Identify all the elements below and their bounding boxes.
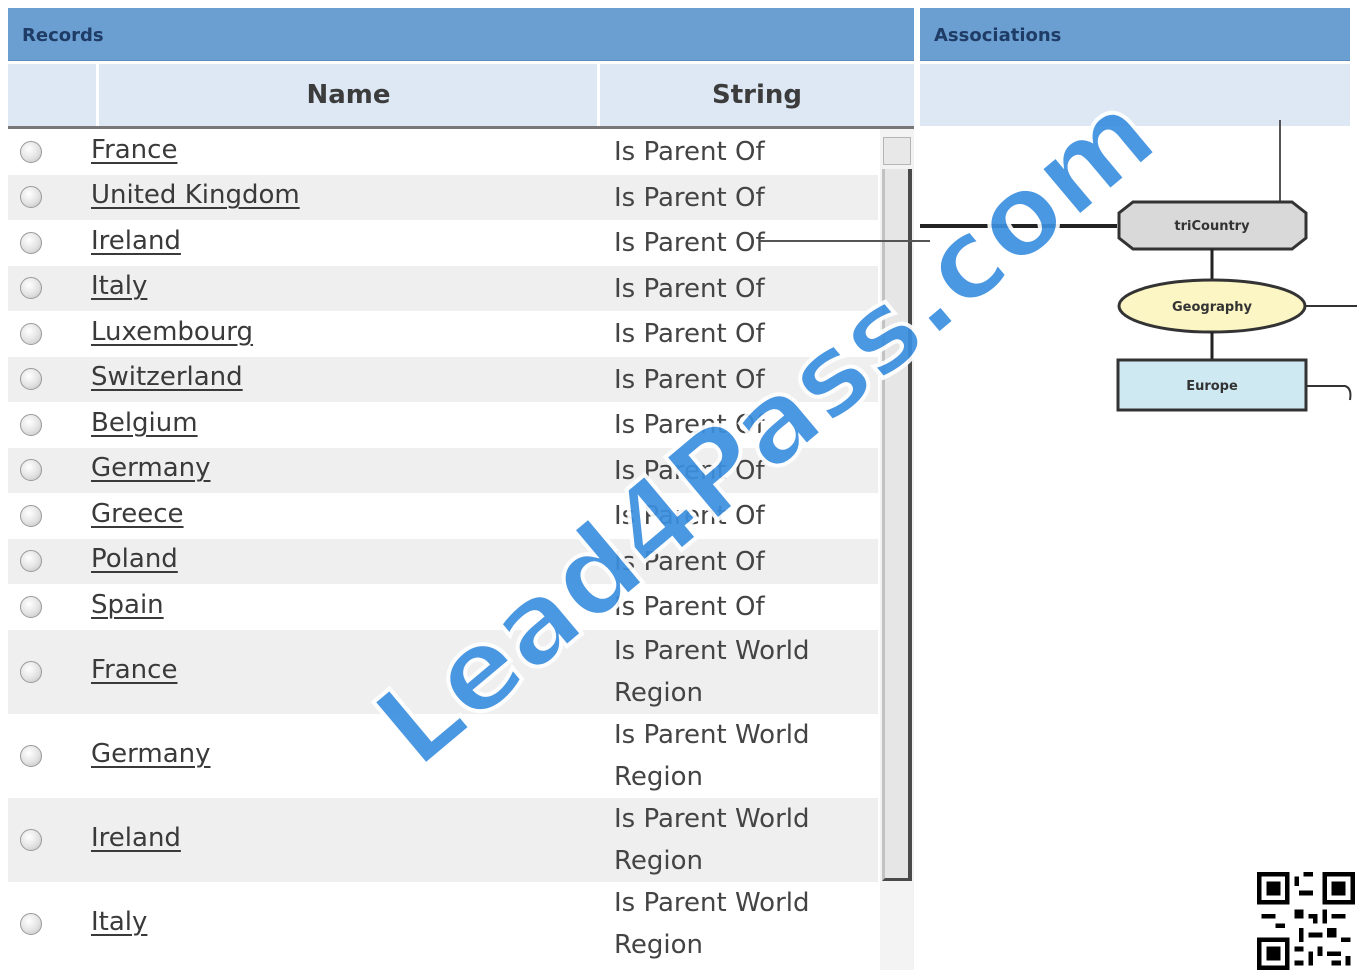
record-name-link[interactable]: Greece bbox=[91, 499, 184, 529]
record-name-link[interactable]: France bbox=[91, 135, 177, 165]
record-name-link[interactable]: Poland bbox=[91, 544, 178, 574]
record-string: Is Parent Of bbox=[614, 137, 765, 167]
row-select-radio[interactable] bbox=[20, 595, 42, 618]
record-name-link[interactable]: Ireland bbox=[91, 823, 181, 853]
row-select-radio[interactable] bbox=[20, 368, 42, 391]
table-row[interactable]: France Is Parent World Region bbox=[8, 629, 878, 714]
geography-label: Geography bbox=[1172, 300, 1252, 315]
record-name-link[interactable]: Belgium bbox=[91, 408, 198, 438]
scroll-up-button[interactable] bbox=[883, 137, 911, 165]
record-string: Is Parent World Region bbox=[614, 887, 810, 960]
table-row[interactable]: Germany Is Parent World Region bbox=[8, 714, 878, 798]
record-name-link[interactable]: France bbox=[91, 655, 177, 685]
row-select-radio[interactable] bbox=[20, 660, 42, 683]
record-name-link[interactable]: Spain bbox=[91, 590, 164, 620]
records-title: Records bbox=[22, 25, 104, 46]
records-column-header: Name String bbox=[8, 64, 914, 129]
associations-panel: Associations triCountry Geography Europe bbox=[920, 8, 1357, 970]
row-select-radio[interactable] bbox=[20, 322, 42, 345]
tricountry-label: triCountry bbox=[1174, 219, 1250, 234]
record-string: Is Parent Of bbox=[614, 455, 765, 486]
connector-line bbox=[1306, 385, 1352, 401]
table-row[interactable]: Germany Is Parent Of bbox=[8, 447, 878, 493]
row-select-radio[interactable] bbox=[20, 140, 42, 163]
record-string: Is Parent World Region bbox=[614, 635, 810, 708]
record-string: Is Parent World Region bbox=[614, 803, 810, 876]
row-select-radio[interactable] bbox=[20, 277, 42, 300]
record-string: Is Parent Of bbox=[614, 546, 765, 577]
row-select-radio[interactable] bbox=[20, 912, 42, 935]
record-string: Is Parent Of bbox=[614, 182, 765, 213]
qr-code-icon bbox=[1257, 872, 1355, 970]
row-select-radio[interactable] bbox=[20, 828, 42, 851]
row-select-radio[interactable] bbox=[20, 186, 42, 209]
record-string: Is Parent Of bbox=[614, 319, 765, 349]
table-row[interactable]: Italy Is Parent Of bbox=[8, 265, 878, 311]
row-select-radio[interactable] bbox=[20, 459, 42, 482]
table-row[interactable]: Ireland Is Parent Of bbox=[8, 220, 878, 266]
string-column-header[interactable]: String bbox=[600, 64, 914, 126]
record-string: Is Parent Of bbox=[614, 501, 765, 531]
record-name-link[interactable]: Switzerland bbox=[91, 362, 243, 392]
table-row[interactable]: Ireland Is Parent World Region bbox=[8, 797, 878, 882]
record-name-link[interactable]: Ireland bbox=[91, 226, 181, 256]
row-select-radio[interactable] bbox=[20, 504, 42, 527]
europe-label: Europe bbox=[1186, 379, 1238, 394]
records-titlebar: Records bbox=[8, 8, 914, 61]
row-select-radio[interactable] bbox=[20, 231, 42, 254]
table-row[interactable]: France Is Parent Of bbox=[8, 129, 878, 175]
row-select-radio[interactable] bbox=[20, 744, 42, 767]
records-scrollbar[interactable] bbox=[880, 129, 914, 970]
record-name-link[interactable]: Italy bbox=[91, 271, 147, 301]
record-string: Is Parent Of bbox=[614, 364, 765, 395]
table-row[interactable]: Luxembourg Is Parent Of bbox=[8, 311, 878, 357]
table-row[interactable]: Italy Is Parent World Region bbox=[8, 882, 878, 966]
table-row[interactable]: Spain Is Parent Of bbox=[8, 584, 878, 630]
record-string: Is Parent Of bbox=[614, 410, 765, 440]
row-select-radio[interactable] bbox=[20, 550, 42, 573]
cross-connector bbox=[760, 240, 930, 242]
select-column-header bbox=[8, 64, 99, 126]
table-row[interactable]: United Kingdom Is Parent Of bbox=[8, 174, 878, 220]
table-row[interactable]: Belgium Is Parent Of bbox=[8, 402, 878, 448]
row-select-radio[interactable] bbox=[20, 413, 42, 436]
name-column-header[interactable]: Name bbox=[100, 64, 600, 126]
records-table-body: France Is Parent Of United Kingdom Is Paren… bbox=[8, 129, 878, 970]
record-string: Is Parent World Region bbox=[614, 719, 810, 792]
records-panel: Records Name String France Is Parent Of Un… bbox=[8, 8, 914, 970]
table-row[interactable]: Greece Is Parent Of bbox=[8, 493, 878, 539]
table-row[interactable]: Poland Is Parent Of bbox=[8, 538, 878, 584]
record-name-link[interactable]: Italy bbox=[91, 907, 147, 937]
scrollbar-thumb[interactable] bbox=[882, 169, 912, 881]
record-string: Is Parent Of bbox=[614, 592, 765, 622]
table-row[interactable]: Switzerland Is Parent Of bbox=[8, 356, 878, 402]
record-string: Is Parent Of bbox=[614, 273, 765, 304]
record-name-link[interactable]: Germany bbox=[91, 453, 211, 483]
association-diagram: triCountry Geography Europe bbox=[920, 120, 1357, 412]
record-name-link[interactable]: United Kingdom bbox=[91, 180, 300, 210]
record-name-link[interactable]: Luxembourg bbox=[91, 317, 253, 347]
record-name-link[interactable]: Germany bbox=[91, 739, 211, 769]
